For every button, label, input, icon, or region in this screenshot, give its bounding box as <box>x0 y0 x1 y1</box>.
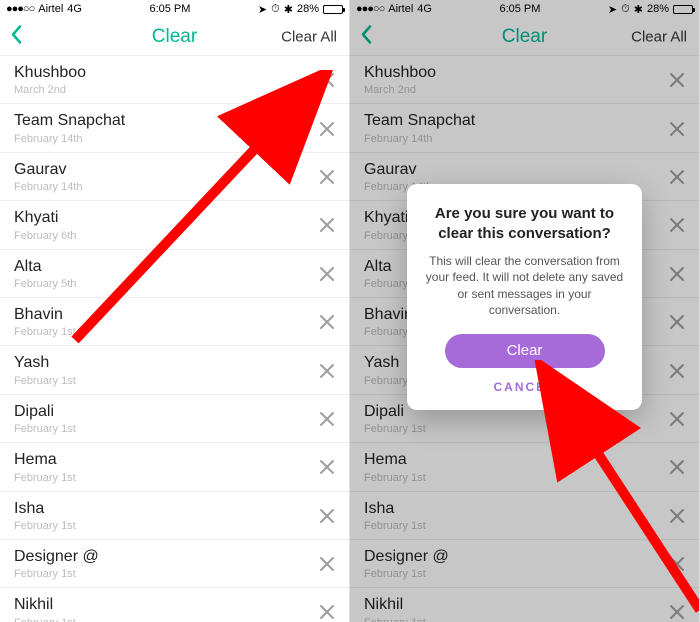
conversation-date: February 1st <box>14 375 76 387</box>
conversation-date: February 1st <box>14 520 76 532</box>
conversation-date: February 1st <box>14 423 76 435</box>
conversation-date: February 1st <box>14 472 76 484</box>
conversation-name: Gaurav <box>14 161 82 179</box>
back-button[interactable] <box>10 24 22 49</box>
close-icon[interactable] <box>319 604 335 620</box>
close-icon[interactable] <box>319 556 335 572</box>
conversation-date: February 14th <box>14 133 125 145</box>
dialog-body: This will clear the conversation from yo… <box>423 253 626 318</box>
conversation-date: February 5th <box>14 278 76 290</box>
close-icon[interactable] <box>319 363 335 379</box>
list-item[interactable]: Dipali February 1st <box>0 395 349 443</box>
list-item[interactable]: Designer @ February 1st <box>0 540 349 588</box>
conversation-date: March 2nd <box>14 84 86 96</box>
clock-label: 6:05 PM <box>149 3 190 15</box>
signal-dots-icon: ●●●○○ <box>6 3 34 15</box>
right-screenshot: ●●●○○ Airtel 4G 6:05 PM ➤ ⏱ ✱ 28% Clear … <box>350 0 700 622</box>
list-item[interactable]: Khyati February 6th <box>0 201 349 249</box>
conversation-name: Yash <box>14 354 76 372</box>
close-icon[interactable] <box>319 217 335 233</box>
conversation-list[interactable]: Khushboo March 2nd Team Snapchat February 1… <box>0 56 349 622</box>
conversation-name: Dipali <box>14 403 76 421</box>
conversation-name: Isha <box>14 500 76 518</box>
alarm-icon: ⏱ <box>271 3 280 16</box>
conversation-date: February 14th <box>14 181 82 193</box>
list-item[interactable]: Bhavin February 1st <box>0 298 349 346</box>
close-icon[interactable] <box>319 72 335 88</box>
close-icon[interactable] <box>319 508 335 524</box>
close-icon[interactable] <box>319 411 335 427</box>
conversation-date: February 1st <box>14 326 76 338</box>
carrier-label: Airtel <box>38 3 63 15</box>
conversation-name: Hema <box>14 451 76 469</box>
conversation-name: Alta <box>14 258 76 276</box>
dialog-title: Are you sure you want to clear this conv… <box>423 204 626 243</box>
close-icon[interactable] <box>319 169 335 185</box>
conversation-name: Khushboo <box>14 64 86 82</box>
left-screenshot: ●●●○○ Airtel 4G 6:05 PM ➤ ⏱ ✱ 28% Clear … <box>0 0 350 622</box>
list-item[interactable]: Gaurav February 14th <box>0 153 349 201</box>
conversation-date: February 1st <box>14 568 99 580</box>
close-icon[interactable] <box>319 314 335 330</box>
conversation-name: Nikhil <box>14 596 76 614</box>
status-bar: ●●●○○ Airtel 4G 6:05 PM ➤ ⏱ ✱ 28% <box>0 0 349 18</box>
list-item[interactable]: Alta February 5th <box>0 250 349 298</box>
network-label: 4G <box>67 3 82 15</box>
battery-pct: 28% <box>297 3 319 15</box>
list-item[interactable]: Isha February 1st <box>0 492 349 540</box>
list-item[interactable]: Team Snapchat February 14th <box>0 104 349 152</box>
close-icon[interactable] <box>319 459 335 475</box>
close-icon[interactable] <box>319 121 335 137</box>
nav-header: Clear Clear All <box>0 18 349 56</box>
cancel-button[interactable]: CANCEL <box>494 380 556 394</box>
conversation-name: Bhavin <box>14 306 76 324</box>
list-item[interactable]: Khushboo March 2nd <box>0 56 349 104</box>
clear-all-button[interactable]: Clear All <box>281 28 337 45</box>
confirm-dialog: Are you sure you want to clear this conv… <box>407 184 642 410</box>
conversation-name: Team Snapchat <box>14 112 125 130</box>
battery-icon <box>323 5 343 14</box>
bluetooth-icon: ✱ <box>284 3 293 16</box>
conversation-date: February 6th <box>14 230 76 242</box>
conversation-name: Khyati <box>14 209 76 227</box>
list-item[interactable]: Hema February 1st <box>0 443 349 491</box>
conversation-date: February 1st <box>14 617 76 622</box>
close-icon[interactable] <box>319 266 335 282</box>
list-item[interactable]: Yash February 1st <box>0 346 349 394</box>
location-icon: ➤ <box>258 3 267 16</box>
clear-button[interactable]: Clear <box>445 334 605 368</box>
list-item[interactable]: Nikhil February 1st <box>0 588 349 622</box>
conversation-name: Designer @ <box>14 548 99 566</box>
confirm-dialog-overlay: Are you sure you want to clear this conv… <box>350 0 699 622</box>
page-title: Clear <box>152 26 197 48</box>
